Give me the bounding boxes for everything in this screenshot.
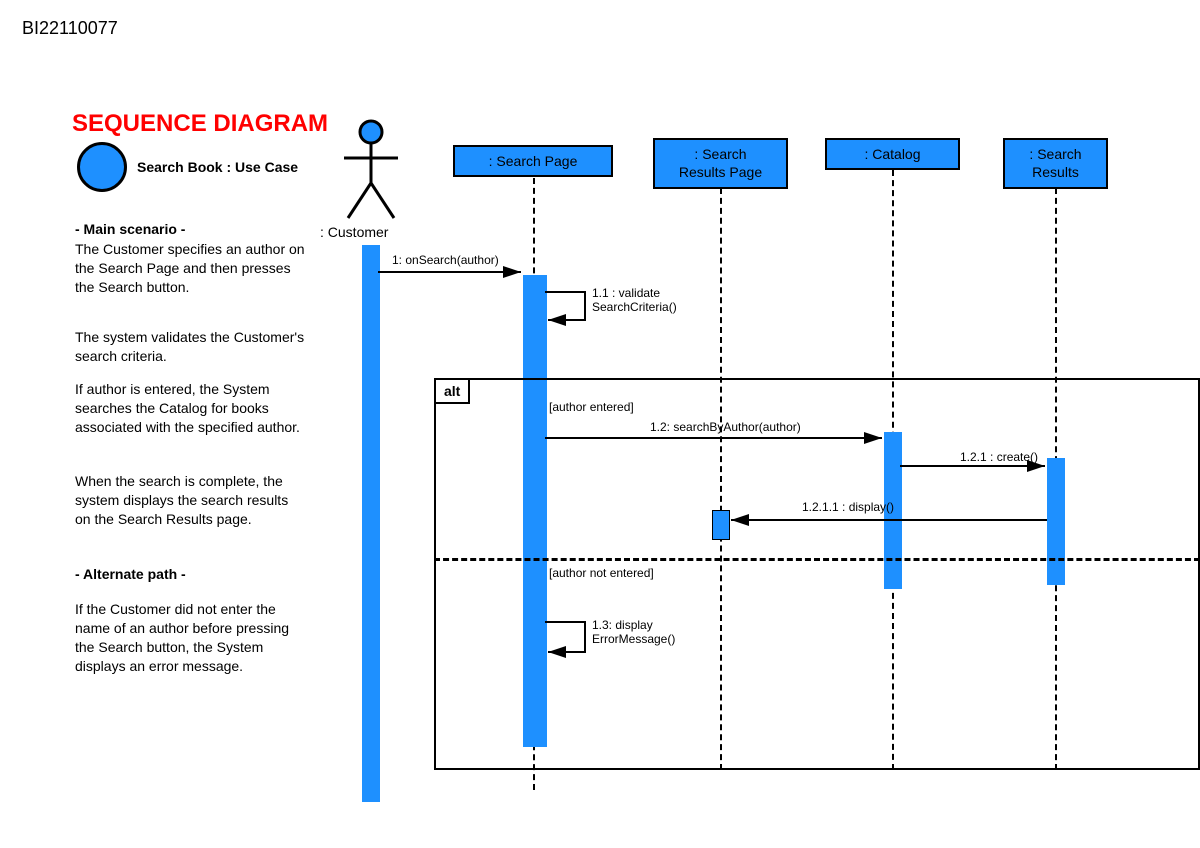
msg-display-results: 1.2.1.1 : display() <box>802 500 894 514</box>
msg-search-by-author: 1.2: searchByAuthor(author) <box>650 420 801 434</box>
scenario-p5: If the Customer did not enter the name o… <box>75 600 305 676</box>
document-id: BI22110077 <box>22 18 118 39</box>
alt-divider <box>434 558 1200 561</box>
diagram-title: SEQUENCE DIAGRAM <box>72 110 328 138</box>
alternate-path-header: - Alternate path - <box>75 565 305 584</box>
actor-icon <box>336 118 406 223</box>
msg-create: 1.2.1 : create() <box>960 450 1038 464</box>
lifeline-search-page: : Search Page <box>453 145 613 177</box>
scenario-p1: The Customer specifies an author on the … <box>75 240 305 297</box>
guard-author-not-entered: [author not entered] <box>549 566 654 580</box>
msg-display-error: 1.3: displayErrorMessage() <box>592 618 675 647</box>
use-case-label: Search Book : Use Case <box>137 159 298 175</box>
actor-label: : Customer <box>320 224 388 240</box>
activation-customer <box>362 245 380 802</box>
guard-author-entered: [author entered] <box>549 400 634 414</box>
scenario-p4: When the search is complete, the system … <box>75 472 305 529</box>
lifeline-search-results-page: : SearchResults Page <box>653 138 788 189</box>
lifeline-catalog: : Catalog <box>825 138 960 170</box>
msg-onsearch: 1: onSearch(author) <box>392 253 499 267</box>
scenario-p3: If author is entered, the System searche… <box>75 380 305 437</box>
lifeline-search-results: : SearchResults <box>1003 138 1108 189</box>
page: BI22110077 SEQUENCE DIAGRAM Search Book … <box>0 0 1200 848</box>
alt-tag: alt <box>434 378 470 404</box>
use-case-header: Search Book : Use Case <box>77 142 298 192</box>
use-case-circle-icon <box>77 142 127 192</box>
msg-validate: 1.1 : validateSearchCriteria() <box>592 286 677 315</box>
main-scenario-header: - Main scenario - <box>75 220 305 239</box>
scenario-p2: The system validates the Customer's sear… <box>75 328 305 366</box>
